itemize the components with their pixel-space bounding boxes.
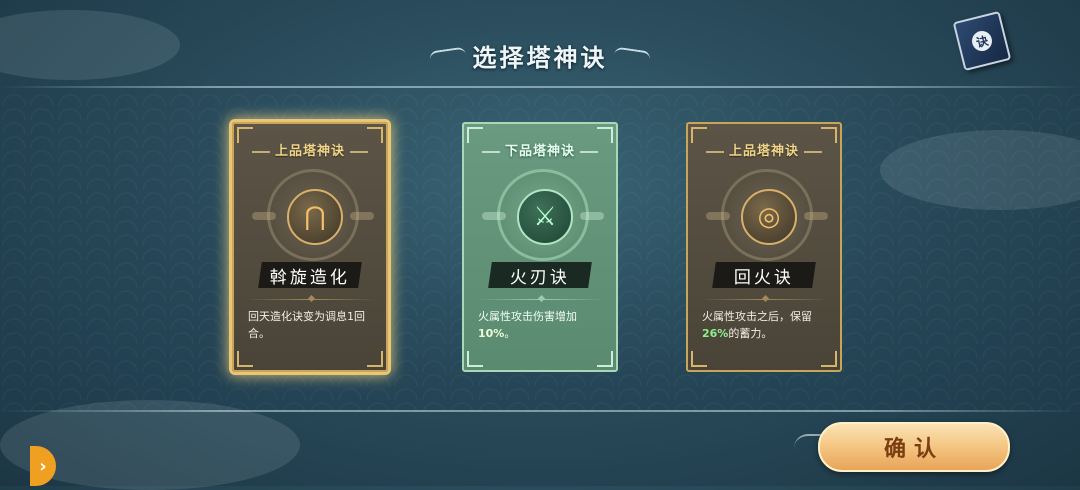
skill-book-icon: 诀 (969, 28, 995, 54)
card-description: 火属性攻击之后，保留26%的蓄力。 (702, 310, 812, 340)
cloud-swirl-icon (429, 46, 467, 68)
card-grade-label: 下品塔神诀 (464, 140, 616, 159)
card-name: 斡旋造化 (270, 267, 350, 288)
card-emblem: ⋂ (252, 169, 374, 261)
page-title-banner: 选择塔神诀 (429, 35, 651, 75)
card-emblem: ◎ (706, 169, 828, 261)
skill-card-3[interactable]: 上品塔神诀 ◎ 回火诀 火属性攻击之后，保留26%的蓄力。 (686, 122, 842, 372)
card-name-plate: 回火诀 (712, 262, 816, 288)
rune-arch-icon: ⋂ (287, 189, 343, 245)
card-name-plate: 火刃诀 (488, 262, 592, 288)
card-description: 火属性攻击伤害增加10%。 (478, 310, 577, 340)
card-name: 火刃诀 (510, 267, 570, 288)
card-divider (700, 299, 830, 300)
spiral-flame-icon: ◎ (741, 189, 797, 245)
card-emblem: ⚔ (482, 169, 604, 261)
card-name: 回火诀 (734, 267, 794, 288)
expand-arrow-icon: › (39, 455, 47, 477)
page-title: 选择塔神诀 (472, 42, 608, 72)
confirm-button-label: 确认 (883, 436, 944, 462)
blade-icon: ⚔ (517, 189, 573, 245)
confirm-button[interactable]: 确认 (818, 422, 1010, 472)
card-name-plate: 斡旋造化 (258, 262, 362, 288)
skill-card-2[interactable]: 下品塔神诀 ⚔ 火刃诀 火属性攻击伤害增加10%。 (462, 122, 618, 372)
top-band-line (0, 86, 1080, 88)
cloud-swirl-icon (613, 46, 651, 68)
card-grade-label: 上品塔神诀 (688, 140, 840, 159)
skill-book-button[interactable]: 诀 (952, 10, 1012, 72)
card-description: 回天造化诀变为调息1回合。 (248, 310, 365, 340)
card-divider (246, 299, 376, 300)
skill-card-1[interactable]: 上品塔神诀 ⋂ 斡旋造化 回天造化诀变为调息1回合。 (232, 122, 388, 372)
card-divider (476, 299, 606, 300)
cloud-decoration (0, 10, 180, 80)
card-grade-label: 上品塔神诀 (234, 140, 386, 159)
